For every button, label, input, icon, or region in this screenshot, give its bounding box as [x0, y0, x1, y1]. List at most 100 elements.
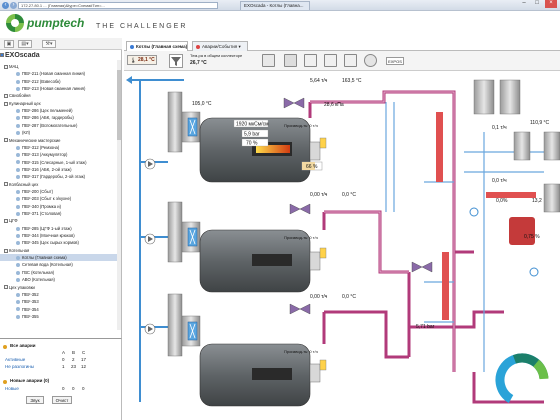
tree-group[interactable]: Кулинарный цех	[0, 100, 118, 107]
diagram-toolbar: 🌡 28,1 °C Тем-ра в общем коллекторе 26,7…	[124, 51, 560, 71]
camera-icon[interactable]	[262, 54, 275, 67]
tab-boilers[interactable]: Котлы (Главная схема)	[126, 41, 188, 51]
address-bar[interactable]: 172.27.80.1 ... (Главная)&type=Схема#Тип…	[18, 2, 218, 9]
close-icon[interactable]: ×	[545, 0, 557, 8]
tree-group[interactable]: Котельная	[0, 247, 118, 254]
tree-item[interactable]: ПВУ-212 (Взвесобк)	[0, 78, 118, 85]
expander-icon	[4, 64, 8, 69]
boiler1-level: 70 %	[246, 141, 258, 147]
page-icon	[130, 44, 134, 49]
tree-item-label: ПВУ-287 (Вспомогательные)	[22, 122, 78, 128]
tree-item[interactable]: ПВУ-312 (Ремзона)	[0, 144, 118, 151]
boiler-2[interactable]	[144, 201, 327, 293]
tree-item[interactable]: ПВУ-285 (ЦГФ 1-ый этаж)	[0, 225, 118, 232]
tree-item[interactable]: ПВУ-286 (АБК, гардеробы)	[0, 114, 118, 121]
maximize-icon[interactable]: □	[531, 0, 543, 8]
sphere-icon[interactable]	[364, 54, 377, 67]
view-menu-icon[interactable]: ▤▾	[18, 40, 32, 48]
filter-icon[interactable]	[169, 54, 183, 68]
tree-item[interactable]: ПВУ-353	[0, 298, 118, 305]
tree-item[interactable]: (КЛ)	[0, 129, 118, 136]
browser-tab-active[interactable]: EXOscada - Котлы (Главна...	[240, 1, 310, 10]
tree-group[interactable]: ЦГФ	[0, 217, 118, 224]
tree-group[interactable]: МАЦ	[0, 63, 118, 70]
tree-root[interactable]: EXOscada	[0, 52, 118, 59]
document-icon[interactable]	[304, 54, 317, 67]
tree-item[interactable]: ПВУ-354	[0, 306, 118, 313]
tab-alarms-events[interactable]: Аварии/События ▾	[192, 41, 248, 51]
node-icon	[16, 160, 20, 165]
tree-group[interactable]: Цех упаковки	[0, 284, 118, 291]
tree-item-label: ГВС (Котельная)	[22, 269, 55, 275]
tree-item[interactable]: ПВУ-203 (Сбыт к э/кухне)	[0, 195, 118, 202]
tree-group[interactable]: Колбасный цех	[0, 181, 118, 188]
tree-item[interactable]: ПВУ-340 (Промка и)	[0, 203, 118, 210]
tree-item[interactable]: АВО (Котельная)	[0, 276, 118, 283]
tree-item[interactable]: ПВУ-344 (Моечная крюков)	[0, 232, 118, 239]
node-icon	[16, 307, 20, 312]
node-icon	[16, 292, 20, 297]
node-icon	[16, 197, 20, 202]
steam-flow-3: 0,00 т/ч	[310, 294, 328, 300]
alarms-active-link[interactable]: Активные	[5, 357, 25, 362]
tree-item[interactable]: ПВУ-287 (Вспомогательные)	[0, 122, 118, 129]
tree-item-label: ПВУ-203 (Сбыт к э/кухне)	[22, 196, 72, 202]
right-percent: 0,0%	[496, 198, 508, 204]
steam-pipes	[308, 90, 544, 404]
steam-temp-1: 163,5 °C	[342, 78, 362, 84]
exit-button[interactable]: EXPOS	[386, 57, 404, 65]
right-value-3: 13,2	[532, 198, 542, 204]
tree-item[interactable]: ПВУ-286 (Цех пельменей)	[0, 107, 118, 114]
gauge-icon[interactable]	[324, 54, 337, 67]
tree-item[interactable]: ГВС (Котельная)	[0, 269, 118, 276]
panel-icon[interactable]	[284, 54, 297, 67]
tree-item[interactable]: ПВУ-313 (Аккумулятор)	[0, 151, 118, 158]
thermometer-icon: 🌡	[130, 58, 137, 64]
alarms-new-link[interactable]: Новые	[5, 386, 19, 391]
forward-icon[interactable]: ›	[10, 2, 17, 9]
tree-item[interactable]: ПВУ-315 (Слесарные, 1-ый этаж)	[0, 159, 118, 166]
tree-item[interactable]: Котлы (Главная схема)	[0, 254, 118, 262]
valve-icon[interactable]	[344, 54, 357, 67]
back-icon[interactable]: ‹	[2, 2, 9, 9]
node-icon	[16, 314, 20, 319]
folder-icon[interactable]: ▣	[4, 40, 14, 48]
steam-pressure-1: 28,6 кПа	[324, 102, 344, 108]
clear-button[interactable]: Очист	[52, 396, 72, 404]
sidebar-scrollbar[interactable]	[117, 60, 121, 330]
alarm-count: 0	[62, 357, 65, 362]
tree-item[interactable]: ПВУ-371 (Столовая)	[0, 210, 118, 217]
tree-item[interactable]: Сетевая вода (Котельная)	[0, 261, 118, 268]
tree-item[interactable]: ПВУ-211 (Новая сманная линия)	[0, 70, 118, 77]
warning-icon	[3, 380, 7, 384]
col-b: B	[72, 350, 76, 355]
minimize-icon[interactable]: –	[518, 0, 530, 8]
tree-item-label: ПВУ-354	[22, 306, 39, 312]
tree-item-label: Котлы (Главная схема)	[22, 255, 67, 261]
node-icon	[16, 211, 20, 216]
tree-item-label: Свиобойня	[9, 93, 31, 99]
tree-group[interactable]: Свиобойня	[0, 92, 118, 99]
tools-menu-icon[interactable]: ⚒▾	[42, 40, 56, 48]
tree-item-label: ПВУ-212 (Взвесобк)	[22, 78, 61, 84]
tree-item-label: ПВУ-317 (Гардеробы, 2-ой этаж)	[22, 174, 86, 180]
tree-item[interactable]: ПВУ-345 (Цех сырых кормов)	[0, 239, 118, 246]
tree-item[interactable]: ПВУ-200 (Сбыт)	[0, 188, 118, 195]
tagline: THE CHALLENGER	[96, 23, 188, 30]
expander-icon	[4, 182, 8, 187]
tree-item[interactable]: ПВУ-317 (Гардеробы, 2-ой этаж)	[0, 173, 118, 180]
tree-item[interactable]: ПВУ-352	[0, 291, 118, 298]
tree-group[interactable]: Механические мастерские	[0, 137, 118, 144]
alarms-unacked-link[interactable]: Не разлогины	[5, 364, 34, 369]
tree-item[interactable]: ПВУ-355	[0, 313, 118, 320]
col-c: C	[82, 350, 86, 355]
tab-label: Аварии/События ▾	[202, 44, 241, 49]
tree-item[interactable]: ПВУ-316 (АБК, 2-ой этаж)	[0, 166, 118, 173]
sound-button[interactable]: Звук	[26, 396, 44, 404]
tree-root-label: EXOscada	[5, 52, 40, 59]
tree-item-label: ПВУ-286 (АБК, гардеробы)	[22, 115, 74, 121]
col-a: A	[62, 350, 66, 355]
tree-item[interactable]: ПВУ-213 (Новая сманная линия)	[0, 85, 118, 92]
tab-label: Котлы (Главная схема)	[136, 44, 188, 49]
alarm-count: 0	[62, 386, 65, 391]
